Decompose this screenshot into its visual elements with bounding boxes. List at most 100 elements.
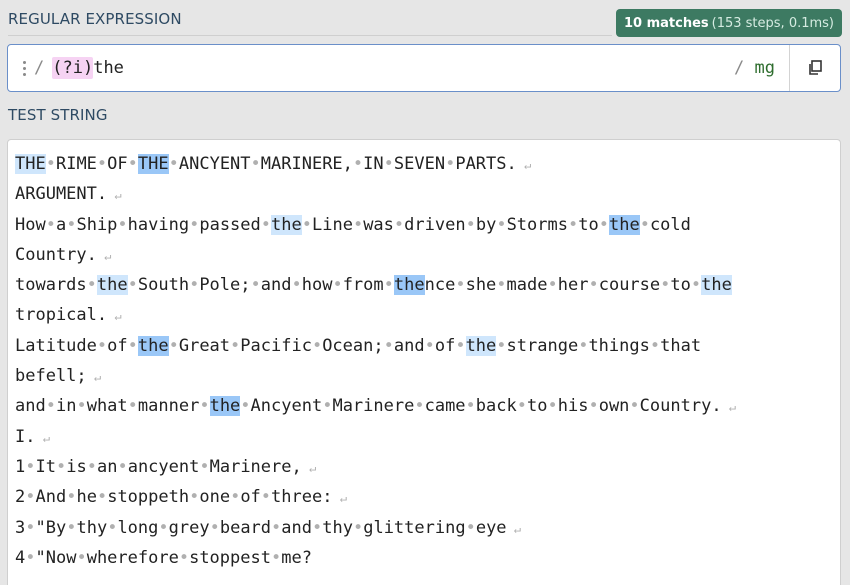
newline-marker-icon: ↵ [96, 248, 112, 263]
whitespace-marker: • [260, 487, 272, 508]
whitespace-marker: • [496, 214, 507, 235]
whitespace-marker: • [455, 275, 466, 296]
drag-handle-icon[interactable] [23, 60, 27, 76]
whitespace-marker: • [270, 547, 282, 568]
regex-label-divider [8, 35, 612, 36]
whitespace-marker: • [127, 335, 138, 356]
whitespace-marker: • [45, 396, 56, 417]
whitespace-marker: • [107, 517, 118, 538]
test-string-editor[interactable]: THE•RIME•OF•THE•ANCYENT•MARINERE,•IN•SEV… [7, 139, 841, 585]
newline-marker-icon: ↵ [516, 158, 532, 172]
whitespace-marker: • [66, 487, 77, 508]
match-count: 10 matches [623, 15, 709, 31]
test-string-line: Country. ↵ [15, 244, 112, 265]
regex-match-highlight: the [96, 275, 128, 296]
test-string-line: ARGUMENT. ↵ [15, 184, 122, 205]
whitespace-marker: • [76, 547, 87, 568]
match-info-badge[interactable]: 10 matches (153 steps, 0.1ms) [615, 9, 842, 37]
regex-match-highlight: the [209, 396, 241, 417]
whitespace-marker: • [250, 275, 261, 296]
whitespace-marker: • [76, 396, 87, 417]
whitespace-marker: • [578, 335, 589, 356]
whitespace-marker: • [547, 275, 558, 296]
test-string-line: befell; ↵ [15, 366, 102, 387]
whitespace-marker: • [25, 456, 36, 477]
whitespace-marker: • [45, 214, 56, 235]
whitespace-marker: • [168, 335, 179, 356]
newline-marker-icon: ↵ [107, 188, 122, 203]
whitespace-marker: • [547, 396, 558, 417]
copy-button[interactable] [789, 45, 840, 91]
test-string-line: and•in•what•manner•the•Ancyent•Marinere•… [15, 396, 737, 417]
whitespace-marker: • [55, 456, 67, 477]
regex-inline-flag-group: (?i) [52, 57, 94, 79]
whitespace-marker: • [465, 214, 476, 235]
test-string-line: towards•the•South•Pole;•and•how•from•the… [15, 275, 732, 296]
whitespace-marker: • [496, 275, 507, 296]
whitespace-marker: • [301, 214, 312, 235]
whitespace-marker: • [199, 396, 210, 417]
whitespace-marker: • [199, 456, 210, 477]
whitespace-marker: • [352, 517, 364, 538]
whitespace-marker: • [271, 517, 282, 538]
newline-marker-icon: ↵ [506, 521, 521, 536]
whitespace-marker: • [66, 517, 77, 538]
test-string-line: 1•It•is•an•ancyent•Marinere, ↵ [15, 456, 317, 477]
regex-flags-value: mg [754, 58, 775, 78]
test-string-line: 2•And•he•stoppeth•one•of•three: ↵ [15, 487, 347, 508]
whitespace-marker: • [383, 275, 394, 296]
regex-match-highlight: THE [137, 154, 169, 174]
test-string-line: 3•"By•thy•long•grey•beard•and•thy•glitte… [15, 517, 521, 538]
whitespace-marker: • [45, 154, 56, 174]
whitespace-marker: • [383, 154, 394, 174]
whitespace-marker: • [209, 517, 220, 538]
newline-marker-icon: ↵ [107, 309, 122, 324]
whitespace-marker: • [332, 275, 343, 296]
whitespace-marker: • [178, 547, 190, 568]
test-string-section-label: TEST STRING [8, 106, 108, 124]
regex-match-highlight: the [608, 214, 640, 235]
copy-icon [809, 60, 822, 75]
whitespace-marker: • [86, 275, 97, 296]
whitespace-marker: • [660, 275, 671, 296]
whitespace-marker: • [516, 396, 527, 417]
regex-pattern-input[interactable]: (?i)the [52, 57, 734, 79]
whitespace-marker: • [240, 396, 251, 417]
whitespace-marker: • [117, 456, 128, 477]
newline-marker-icon: ↵ [332, 491, 347, 506]
regex-flags[interactable]: / mg [734, 58, 775, 78]
regex-match-highlight: THE [15, 154, 46, 174]
whitespace-marker: • [96, 487, 108, 508]
whitespace-marker: • [465, 517, 476, 538]
whitespace-marker: • [96, 154, 108, 174]
whitespace-marker: • [312, 517, 323, 538]
whitespace-marker: • [322, 396, 333, 417]
whitespace-marker: • [250, 154, 261, 174]
match-detail: (153 steps, 0.1ms) [711, 15, 834, 31]
whitespace-marker: • [424, 335, 435, 356]
whitespace-marker: • [25, 547, 36, 568]
whitespace-marker: • [588, 275, 599, 296]
whitespace-marker: • [649, 335, 661, 356]
whitespace-marker: • [127, 154, 138, 174]
whitespace-marker: • [588, 396, 599, 417]
whitespace-marker: • [96, 335, 108, 356]
whitespace-marker: • [25, 487, 36, 508]
whitespace-marker: • [189, 275, 200, 296]
whitespace-marker: • [567, 214, 579, 235]
newline-marker-icon: ↵ [86, 370, 102, 385]
regex-match-highlight: the [393, 275, 425, 296]
whitespace-marker: • [629, 396, 640, 417]
whitespace-marker: • [393, 214, 405, 235]
whitespace-marker: • [455, 335, 466, 356]
regex-delimiter-close: / [734, 58, 745, 78]
whitespace-marker: • [127, 396, 138, 417]
whitespace-marker: • [311, 335, 323, 356]
regex-match-highlight: the [701, 275, 732, 296]
newline-marker-icon: ↵ [301, 460, 317, 475]
test-string-line: I. ↵ [15, 426, 50, 447]
regex-match-highlight: the [271, 214, 302, 235]
test-string-line: How•a•Ship•having•passed•the•Line•was•dr… [15, 214, 691, 235]
regex-input-box[interactable]: / (?i)the / mg [7, 44, 841, 92]
newline-marker-icon: ↵ [721, 400, 737, 415]
